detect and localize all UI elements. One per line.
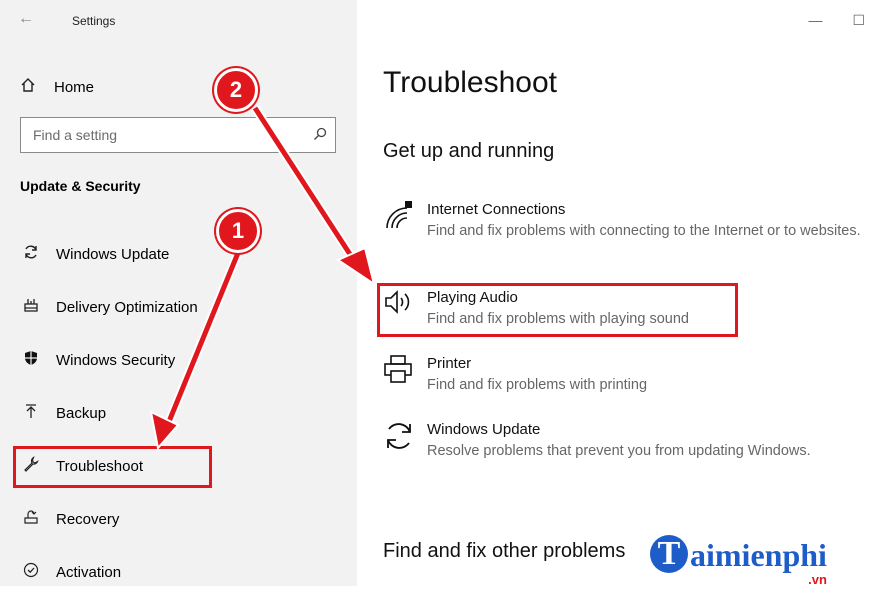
search-input[interactable]: [21, 126, 305, 144]
sidebar-item-label: Recovery: [56, 511, 120, 528]
troubleshooter-internet-connections[interactable]: Internet Connections Find and fix proble…: [383, 200, 863, 242]
recovery-icon: [20, 509, 42, 530]
back-arrow-icon[interactable]: ←: [18, 10, 34, 28]
search-box[interactable]: [20, 117, 336, 153]
app-title: Settings: [72, 14, 116, 28]
minimize-button[interactable]: —: [808, 12, 822, 29]
sidebar-item-label: Backup: [56, 405, 107, 422]
troubleshooter-name: Windows Update: [427, 421, 541, 438]
sidebar-item-label: Delivery Optimization: [56, 299, 198, 316]
settings-window: ← Settings Home Update & Security Window…: [0, 0, 873, 587]
annotation-badge-2: 2: [214, 68, 258, 112]
troubleshooter-text: Internet Connections Find and fix proble…: [427, 200, 861, 242]
troubleshooter-description: Resolve problems that prevent you from u…: [427, 443, 811, 459]
troubleshooter-windows-update[interactable]: Windows Update Resolve problems that pre…: [383, 420, 863, 462]
sidebar-item-windows-security[interactable]: Windows Security: [0, 334, 357, 387]
sidebar-item-label: Windows Security: [56, 352, 176, 369]
highlight-box-troubleshoot: [13, 446, 212, 488]
watermark-letter: T: [650, 535, 688, 573]
troubleshooter-name: Internet Connections: [427, 201, 566, 218]
sidebar: ← Settings Home Update & Security Window…: [0, 0, 357, 586]
nav-home-label: Home: [54, 78, 95, 96]
section-title: Update & Security: [20, 178, 141, 194]
refresh-icon: [383, 420, 423, 462]
title-bar: ← Settings: [0, 0, 357, 40]
sidebar-item-delivery-optimization[interactable]: Delivery Optimization: [0, 281, 357, 334]
backup-icon: [20, 403, 42, 424]
network-icon: [383, 200, 423, 242]
sidebar-item-backup[interactable]: Backup: [0, 387, 357, 440]
troubleshooter-description: Find and fix problems with connecting to…: [427, 223, 861, 239]
home-icon: [20, 77, 42, 98]
troubleshooter-printer[interactable]: Printer Find and fix problems with print…: [383, 354, 863, 396]
troubleshooter-text: Printer Find and fix problems with print…: [427, 354, 647, 396]
sidebar-item-windows-update[interactable]: Windows Update: [0, 228, 357, 281]
sidebar-item-recovery[interactable]: Recovery: [0, 493, 357, 546]
sidebar-item-label: Activation: [56, 564, 122, 581]
sidebar-item-activation[interactable]: Activation: [0, 546, 357, 599]
section-heading-get-up: Get up and running: [383, 140, 555, 162]
shield-icon: [20, 350, 42, 371]
nav-home[interactable]: Home: [20, 74, 94, 100]
activation-icon: [20, 562, 42, 583]
maximize-button[interactable]: ☐: [852, 12, 865, 29]
watermark-text: aimienphi: [690, 537, 827, 573]
window-controls: — ☐: [808, 12, 865, 29]
troubleshooter-name: Printer: [427, 355, 472, 372]
page-title: Troubleshoot: [383, 66, 557, 99]
watermark-logo: T aimienphi .vn: [650, 535, 827, 587]
sidebar-item-label: Windows Update: [56, 246, 170, 263]
troubleshooter-description: Find and fix problems with printing: [427, 377, 648, 393]
search-icon[interactable]: [305, 127, 335, 144]
highlight-box-playing-audio: [377, 283, 738, 337]
annotation-badge-1: 1: [216, 209, 260, 253]
delivery-optimization-icon: [20, 297, 42, 318]
section-heading-other: Find and fix other problems: [383, 540, 626, 562]
refresh-icon: [20, 244, 42, 265]
watermark-suffix: .vn: [808, 572, 827, 587]
troubleshooter-text: Windows Update Resolve problems that pre…: [427, 420, 811, 462]
nav-list: Windows Update Delivery Optimization Win…: [0, 228, 357, 599]
printer-icon: [383, 354, 423, 396]
